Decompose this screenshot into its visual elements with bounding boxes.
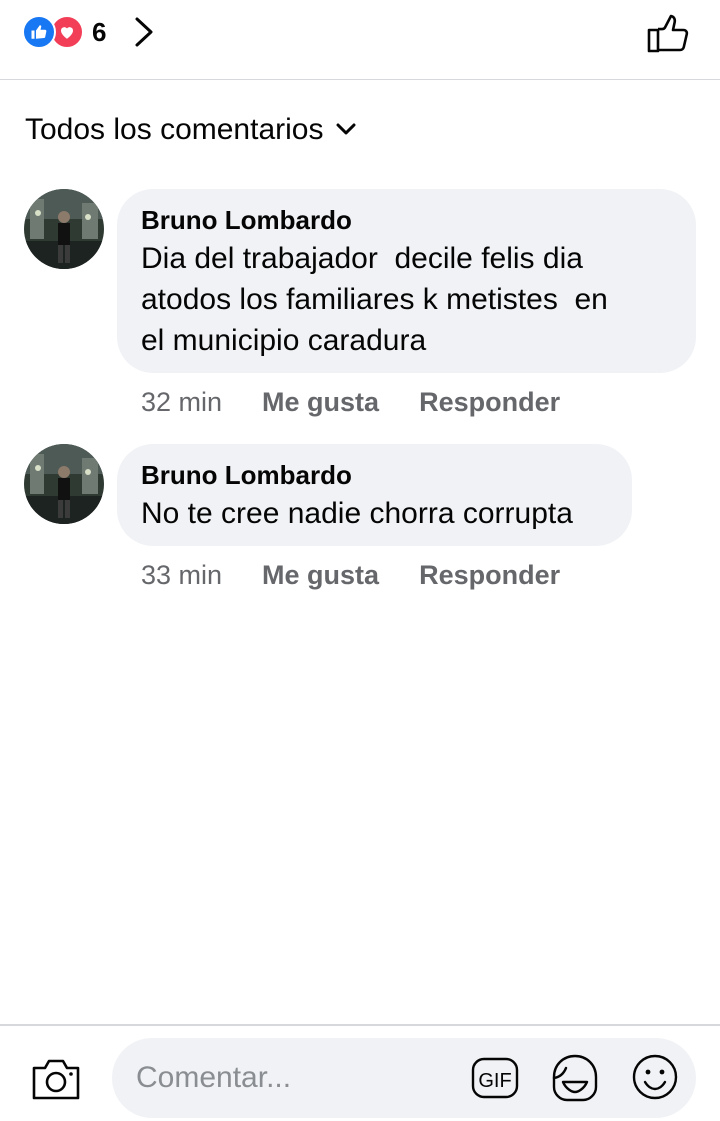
comment-text: Dia del trabajador decile felis dia atod… [141,242,608,357]
reply-button[interactable]: Responder [419,560,560,591]
avatar[interactable] [24,189,104,269]
comment-composer: GIF [0,1024,720,1121]
chevron-right-icon[interactable] [132,14,156,50]
comment-actions: 32 min Me gusta Responder [141,384,560,420]
gif-label: GIF [478,1070,511,1092]
comment-timestamp[interactable]: 32 min [141,387,222,418]
like-button[interactable]: Me gusta [262,560,379,591]
reactions-header: 6 [0,0,720,80]
comment-box: GIF [112,1038,696,1118]
comment-actions: 33 min Me gusta Responder [141,557,560,593]
chevron-down-icon [336,123,356,135]
sticker-icon[interactable] [550,1052,600,1104]
comment-bubble[interactable]: Bruno Lombardo Dia del trabajador decile… [117,189,696,373]
comments-filter-dropdown[interactable]: Todos los comentarios [25,108,357,152]
comment-author[interactable]: Bruno Lombardo [141,460,608,490]
gif-icon[interactable]: GIF [470,1054,520,1102]
comment-input[interactable] [136,1056,456,1100]
reaction-count: 6 [92,16,107,47]
comment-author[interactable]: Bruno Lombardo [141,205,672,235]
reply-button[interactable]: Responder [419,387,560,418]
comment-timestamp[interactable]: 33 min [141,560,222,591]
like-button[interactable]: Me gusta [262,387,379,418]
comment-bubble[interactable]: Bruno Lombardo No te cree nadie chorra c… [117,444,632,546]
like-reaction-icon [22,15,56,49]
emoji-icon[interactable] [630,1052,680,1102]
comment-text: No te cree nadie chorra corrupta [141,497,573,530]
avatar[interactable] [24,444,104,524]
comments-filter-label: Todos los comentarios [25,113,324,146]
camera-icon[interactable] [30,1056,82,1102]
reactions-summary[interactable]: 6 [22,14,106,50]
like-outline-icon[interactable] [646,12,692,54]
